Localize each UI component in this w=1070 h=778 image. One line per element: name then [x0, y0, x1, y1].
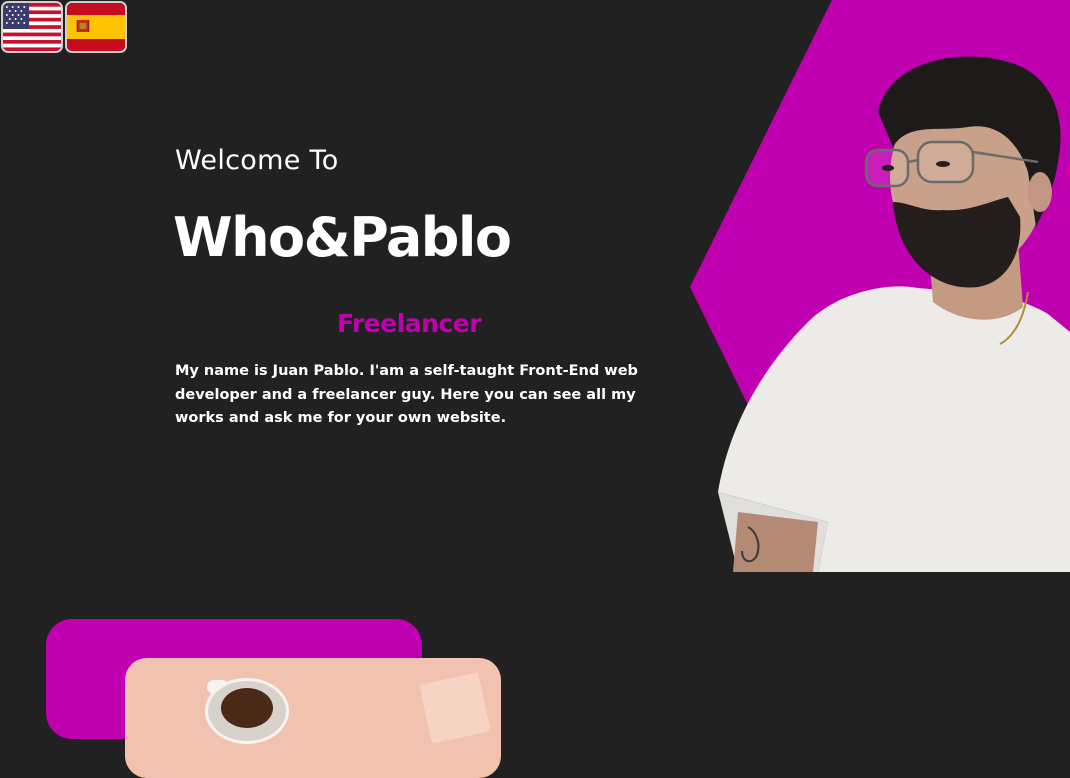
welcome-heading: Welcome To: [175, 145, 339, 176]
intro-paragraph: My name is Juan Pablo. I'am a self-taugh…: [175, 363, 638, 426]
portfolio-card-image[interactable]: [125, 658, 501, 778]
role-subtitle: Freelancer: [337, 309, 482, 338]
us-flag-icon: [3, 3, 61, 51]
profile-photo: [718, 56, 1070, 572]
spain-flag-icon: [67, 3, 125, 51]
brand-title: Who&Pablo: [173, 206, 512, 269]
english-language-button[interactable]: [1, 1, 63, 53]
coffee-illustration: [221, 688, 273, 728]
paper-illustration: [419, 672, 491, 744]
spanish-language-button[interactable]: [65, 1, 127, 53]
